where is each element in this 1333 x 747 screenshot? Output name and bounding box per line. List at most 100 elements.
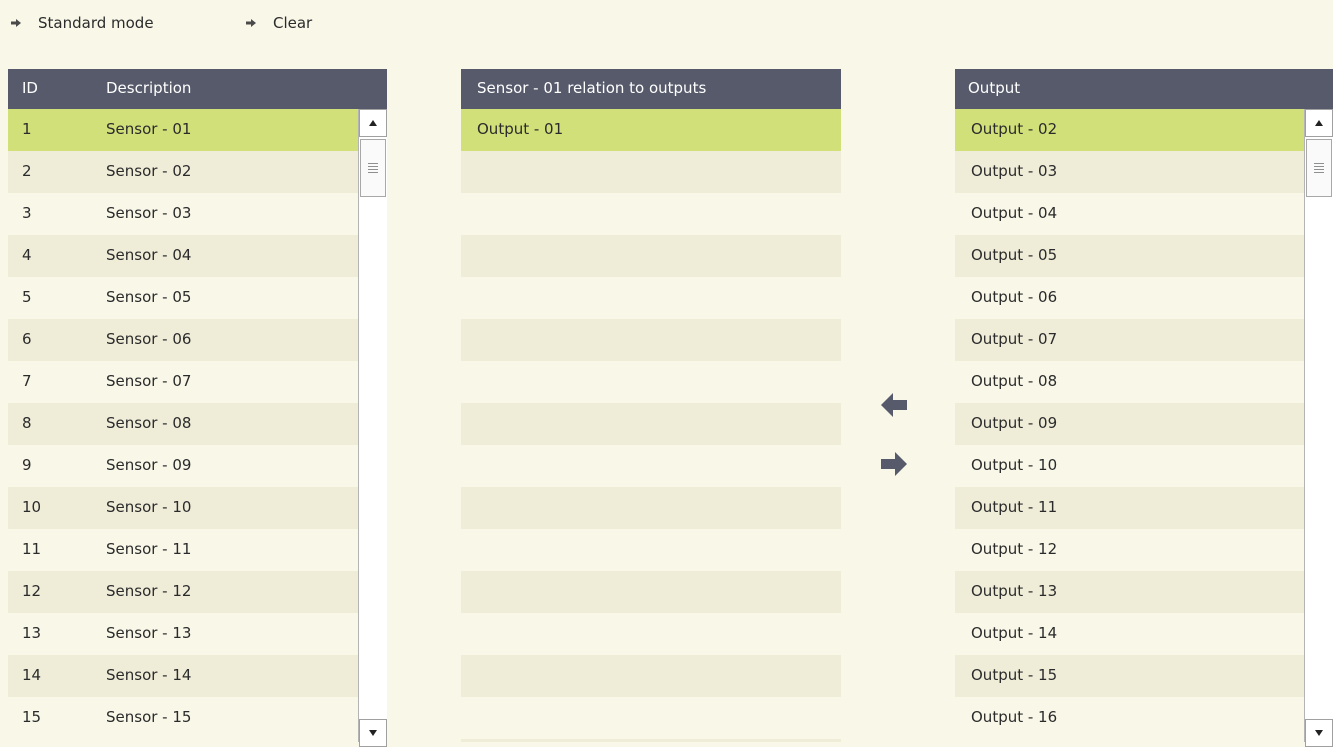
output-row[interactable]: Output - 14: [955, 613, 1333, 655]
output-label: Output - 11: [971, 498, 1058, 516]
scroll-up-button[interactable]: [359, 109, 387, 137]
sensor-row[interactable]: 7 Sensor - 07: [8, 361, 387, 403]
relation-empty-row: [461, 697, 841, 739]
output-row[interactable]: Output - 05: [955, 235, 1333, 277]
sensor-id: 7: [22, 372, 32, 390]
output-label: Output - 16: [971, 708, 1058, 726]
sensor-id: 2: [22, 162, 32, 180]
sensor-id: 11: [22, 540, 42, 558]
output-list-panel: Output Output - 02 Output - 03 Output - 04…: [955, 69, 1333, 747]
relation-empty-row: [461, 193, 841, 235]
output-label: Output - 15: [971, 666, 1058, 684]
output-row[interactable]: Output - 16: [955, 697, 1333, 739]
output-label: Output - 07: [971, 330, 1058, 348]
sensor-description: Sensor - 03: [106, 204, 192, 222]
relation-header-title: Sensor - 01 relation to outputs: [477, 79, 707, 97]
sensor-description: Sensor - 01: [106, 120, 192, 138]
scroll-down-button[interactable]: [1305, 719, 1333, 747]
clear-label: Clear: [273, 14, 313, 32]
relation-empty-row: [461, 487, 841, 529]
relation-row[interactable]: Output - 01: [461, 109, 841, 151]
output-row[interactable]: Output - 13: [955, 571, 1333, 613]
arrow-right-icon: [881, 452, 907, 476]
scroll-thumb[interactable]: [360, 139, 386, 197]
triangle-down-icon: [1315, 730, 1323, 736]
relation-empty-row: [461, 277, 841, 319]
move-left-button[interactable]: [880, 392, 910, 418]
sensor-description: Sensor - 07: [106, 372, 192, 390]
output-row[interactable]: Output - 15: [955, 655, 1333, 697]
output-list-header: Output: [955, 69, 1333, 109]
arrow-right-icon: [246, 19, 256, 27]
sensor-row[interactable]: 4 Sensor - 04: [8, 235, 387, 277]
scroll-up-button[interactable]: [1305, 109, 1333, 137]
scroll-thumb[interactable]: [1306, 139, 1332, 197]
output-list-scrollbar[interactable]: [1304, 109, 1333, 747]
sensor-row[interactable]: 10 Sensor - 10: [8, 487, 387, 529]
sensor-list-panel: ID Description 1 Sensor - 01 2 Sensor - 02 3…: [8, 69, 387, 747]
sensor-id: 10: [22, 498, 42, 516]
triangle-up-icon: [369, 120, 377, 126]
arrow-right-icon: [11, 19, 21, 27]
output-label: Output - 10: [971, 456, 1058, 474]
sensor-id: 6: [22, 330, 32, 348]
sensor-row[interactable]: 2 Sensor - 02: [8, 151, 387, 193]
sensor-row[interactable]: 12 Sensor - 12: [8, 571, 387, 613]
relation-list: Output - 01: [461, 109, 841, 742]
sensor-description: Sensor - 11: [106, 540, 192, 558]
sensor-description: Sensor - 04: [106, 246, 192, 264]
sensor-row[interactable]: 11 Sensor - 11: [8, 529, 387, 571]
output-row[interactable]: Output - 03: [955, 151, 1333, 193]
standard-mode-link[interactable]: Standard mode: [10, 14, 154, 32]
output-list: Output - 02 Output - 03 Output - 04 Output …: [955, 109, 1333, 742]
sensor-row[interactable]: 13 Sensor - 13: [8, 613, 387, 655]
output-row[interactable]: Output - 12: [955, 529, 1333, 571]
output-row[interactable]: Output - 08: [955, 361, 1333, 403]
sensor-description: Sensor - 06: [106, 330, 192, 348]
arrow-left-icon: [881, 393, 907, 417]
relation-empty-row: [461, 361, 841, 403]
sensor-description: Sensor - 05: [106, 288, 192, 306]
output-row[interactable]: Output - 10: [955, 445, 1333, 487]
output-label: Output - 03: [971, 162, 1058, 180]
scroll-down-button[interactable]: [359, 719, 387, 747]
output-label: Output - 08: [971, 372, 1058, 390]
sensor-row[interactable]: 1 Sensor - 01: [8, 109, 387, 151]
sensor-list-scrollbar[interactable]: [358, 109, 387, 747]
output-row[interactable]: Output - 11: [955, 487, 1333, 529]
sensor-description: Sensor - 14: [106, 666, 192, 684]
relation-empty-row: [461, 319, 841, 361]
output-row[interactable]: Output - 09: [955, 403, 1333, 445]
output-row[interactable]: Output - 07: [955, 319, 1333, 361]
sensor-description: Sensor - 09: [106, 456, 192, 474]
sensor-row[interactable]: 6 Sensor - 06: [8, 319, 387, 361]
sensor-id: 9: [22, 456, 32, 474]
sensor-id: 1: [22, 120, 32, 138]
output-label: Output - 05: [971, 246, 1058, 264]
sensor-id: 12: [22, 582, 42, 600]
sensor-row[interactable]: 3 Sensor - 03: [8, 193, 387, 235]
sensor-id: 4: [22, 246, 32, 264]
standard-mode-label: Standard mode: [38, 14, 154, 32]
sensor-row[interactable]: 9 Sensor - 09: [8, 445, 387, 487]
output-row[interactable]: Output - 04: [955, 193, 1333, 235]
relation-panel: Sensor - 01 relation to outputs Output -…: [461, 69, 841, 742]
id-column-header: ID: [22, 79, 38, 97]
triangle-down-icon: [369, 730, 377, 736]
output-row[interactable]: Output - 02: [955, 109, 1333, 151]
output-label: Output - 09: [971, 414, 1058, 432]
sensor-row[interactable]: 5 Sensor - 05: [8, 277, 387, 319]
output-label: Output - 06: [971, 288, 1058, 306]
sensor-description: Sensor - 10: [106, 498, 192, 516]
output-label: Output - 02: [971, 120, 1058, 138]
clear-link[interactable]: Clear: [245, 14, 312, 32]
sensor-row[interactable]: 14 Sensor - 14: [8, 655, 387, 697]
sensor-row[interactable]: 8 Sensor - 08: [8, 403, 387, 445]
relation-empty-row: [461, 235, 841, 277]
output-row[interactable]: Output - 06: [955, 277, 1333, 319]
sensor-row[interactable]: 15 Sensor - 15: [8, 697, 387, 739]
sensor-id: 3: [22, 204, 32, 222]
move-right-button[interactable]: [878, 451, 908, 477]
description-column-header: Description: [106, 79, 192, 97]
relation-empty-row: [461, 445, 841, 487]
